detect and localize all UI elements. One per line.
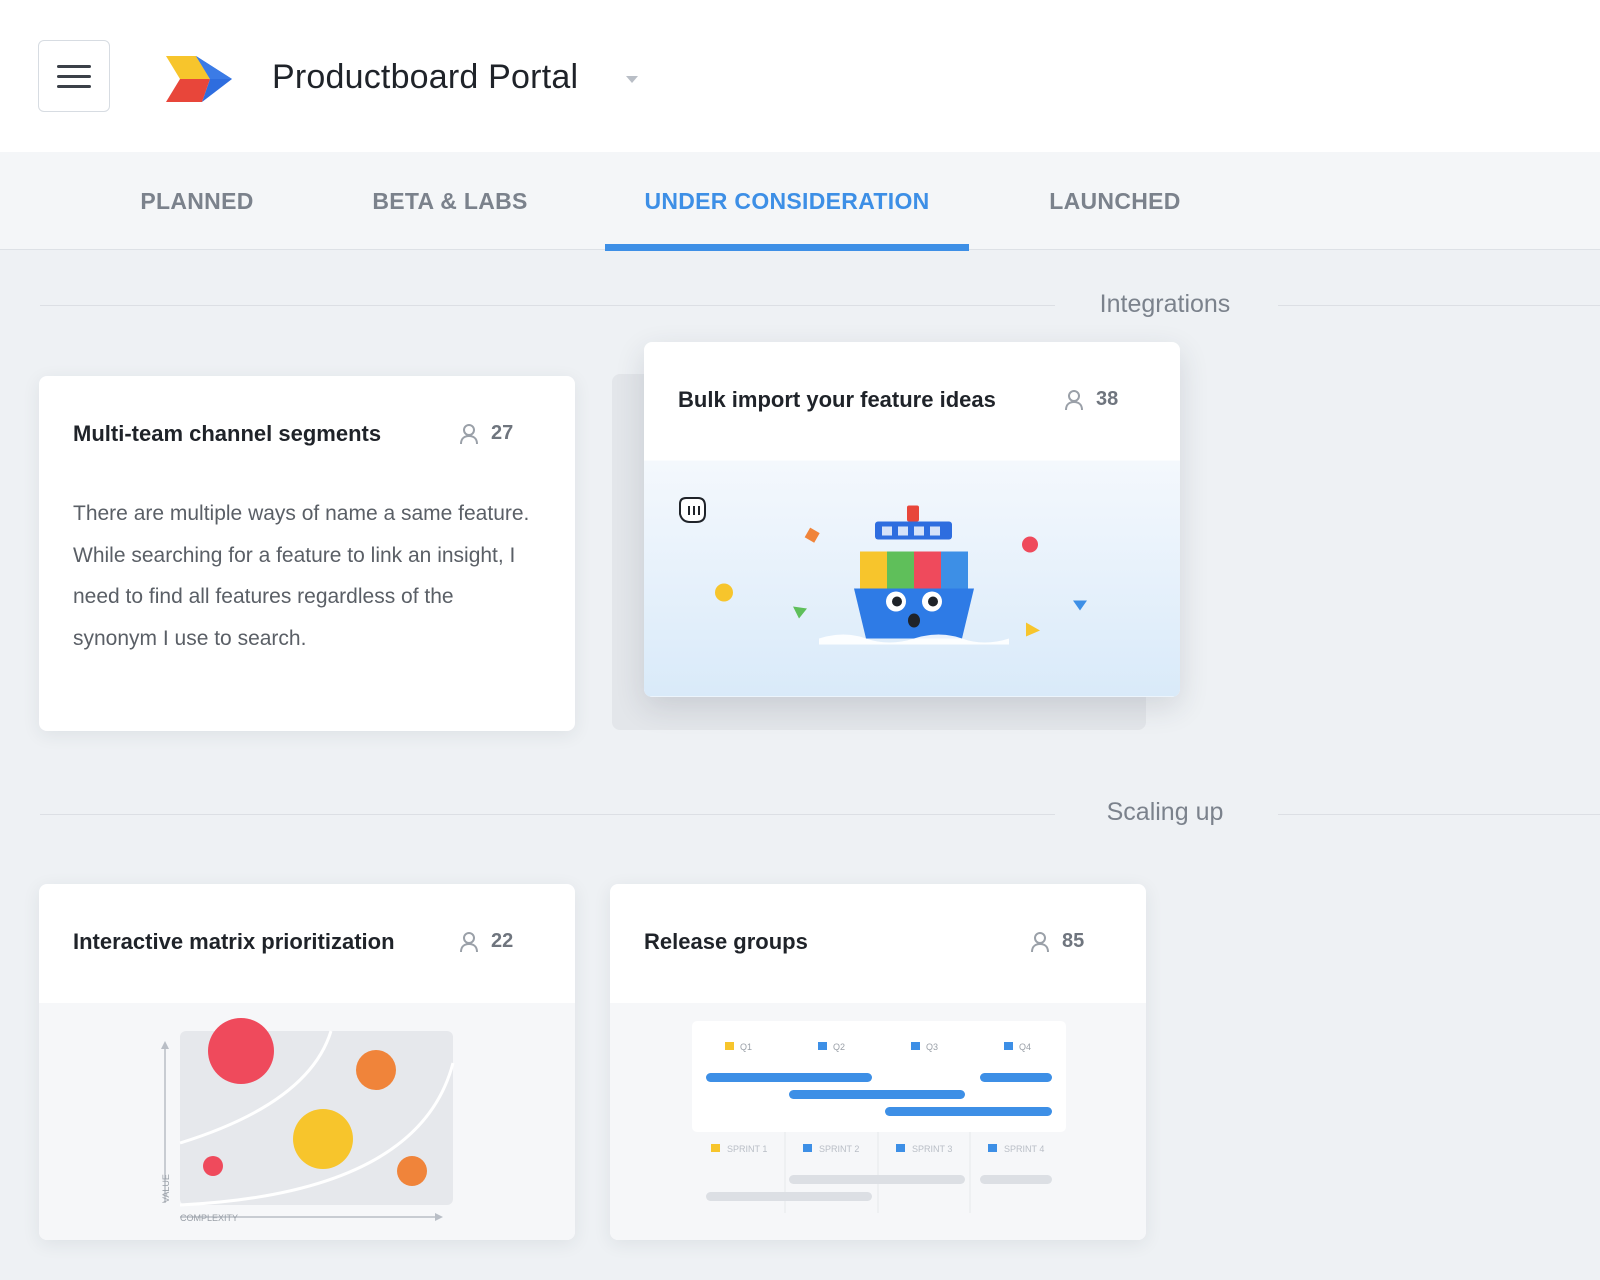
section-title-scaling-up: Scaling up <box>1106 798 1224 826</box>
vote-number: 85 <box>1062 930 1085 952</box>
user-icon <box>1065 389 1083 410</box>
quarter-label: Q1 <box>740 1042 752 1052</box>
quarter-label: Q2 <box>833 1042 845 1052</box>
section-title-integrations: Integrations <box>1099 290 1231 318</box>
vote-number: 27 <box>491 422 514 444</box>
tab-under-consideration[interactable]: UNDER CONSIDERATION <box>605 152 969 250</box>
release-roadmap-illustration: Q1 Q2 Q3 Q4 SPRINT 1 SPRINT 2 SPRINT 3 S… <box>610 1003 1146 1240</box>
active-tab-indicator <box>605 244 969 251</box>
vote-count[interactable]: 27 <box>459 422 513 445</box>
tab-beta-labs[interactable]: BETA & LABS <box>365 152 535 250</box>
grab-cursor-icon <box>679 497 706 523</box>
app-header: Productboard Portal <box>0 0 1600 152</box>
feature-card[interactable]: Release groups 85 Q1 Q2 Q3 Q4 SPRINT 1 S… <box>610 884 1146 1240</box>
card-title: Multi-team channel segments <box>73 421 382 446</box>
prioritization-matrix-illustration: VALUE COMPLEXITY <box>39 1003 575 1240</box>
feature-card[interactable]: Multi-team channel segments 27 There are… <box>39 376 575 731</box>
sprint-label: SPRINT 2 <box>819 1144 859 1154</box>
vote-number: 22 <box>491 930 514 952</box>
x-axis-label: COMPLEXITY <box>180 1213 238 1223</box>
section-divider <box>1278 814 1600 815</box>
quarter-label: Q4 <box>1019 1042 1031 1052</box>
y-axis-label: VALUE <box>161 1174 171 1203</box>
user-icon <box>1031 931 1049 952</box>
section-divider <box>40 305 1055 306</box>
section-divider <box>40 814 1055 815</box>
portal-title[interactable]: Productboard Portal <box>272 58 578 97</box>
productboard-logo-icon[interactable] <box>166 56 232 102</box>
caret-down-icon[interactable] <box>626 76 638 83</box>
sprint-label: SPRINT 4 <box>1004 1144 1044 1154</box>
feature-card[interactable]: Interactive matrix prioritization 22 VAL… <box>39 884 575 1240</box>
section-divider <box>1278 305 1600 306</box>
hamburger-menu-icon-line <box>57 75 91 78</box>
container-ship-illustration <box>644 460 1180 697</box>
vote-count[interactable]: 85 <box>1030 930 1084 953</box>
sprint-label: SPRINT 3 <box>912 1144 952 1154</box>
card-title: Bulk import your feature ideas <box>678 387 996 412</box>
hamburger-menu-icon-line <box>57 85 91 88</box>
hamburger-menu-icon <box>57 65 91 68</box>
card-title: Interactive matrix prioritization <box>73 929 395 954</box>
user-icon <box>460 931 478 952</box>
sprint-label: SPRINT 1 <box>727 1144 767 1154</box>
vote-count[interactable]: 22 <box>459 930 513 953</box>
quarter-label: Q3 <box>926 1042 938 1052</box>
vote-number: 38 <box>1096 388 1119 410</box>
menu-button[interactable] <box>38 40 110 112</box>
tab-launched[interactable]: LAUNCHED <box>1040 152 1190 250</box>
feature-card[interactable]: Bulk import your feature ideas 38 <box>644 342 1180 697</box>
tab-bar: PLANNED BETA & LABS UNDER CONSIDERATION … <box>0 152 1600 250</box>
card-title: Release groups <box>644 929 808 954</box>
user-icon <box>460 423 478 444</box>
vote-count[interactable]: 38 <box>1064 388 1118 411</box>
tab-planned[interactable]: PLANNED <box>132 152 262 250</box>
card-description: There are multiple ways of name a same f… <box>73 502 530 650</box>
